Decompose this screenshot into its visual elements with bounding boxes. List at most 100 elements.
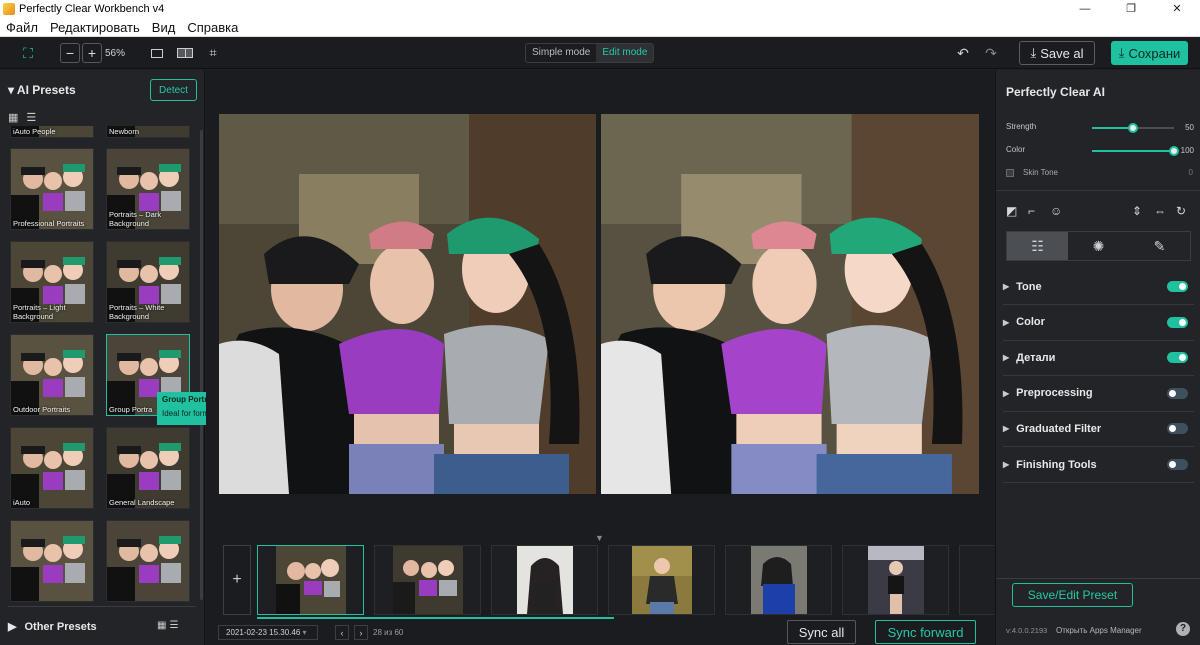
color-label: Color (1006, 145, 1026, 154)
footer-divider (996, 578, 1200, 579)
minimize-button[interactable]: — (1062, 0, 1108, 18)
sync-all-button[interactable]: Sync all (787, 620, 856, 644)
section-toggle[interactable] (1167, 387, 1188, 399)
split-view-icon[interactable] (176, 43, 194, 63)
crop-compare-icon[interactable]: ⌗ (205, 43, 221, 63)
save-edit-preset-button[interactable]: Save/Edit Preset (1012, 583, 1133, 607)
beauty-tab-icon[interactable]: ✺ (1068, 232, 1129, 260)
section-toggle[interactable] (1167, 352, 1188, 364)
section-preprocessing[interactable]: ▶ Preprocessing (1003, 376, 1194, 412)
preset-tile[interactable]: Newborn (106, 126, 190, 138)
image-viewer: ▼ + 2021-02-23 15.30.46 ▾ ‹ › 28 из 60 S… (206, 70, 999, 645)
undo-icon[interactable]: ↶ (955, 43, 971, 63)
adjust-icon[interactable]: ◩ (1006, 204, 1017, 218)
edit-mode-tab[interactable]: Edit mode (596, 44, 654, 62)
section-toggle[interactable] (1167, 423, 1188, 435)
flip-horizontal-icon[interactable]: ⇔ (1154, 204, 1166, 218)
menu-file[interactable]: Файл (6, 20, 38, 35)
sliders-tab-icon[interactable]: ☷ (1007, 232, 1068, 260)
single-view-icon[interactable] (150, 43, 164, 63)
preset-tile[interactable]: Portraits – Dark Background (106, 148, 190, 230)
thumbnail (275, 546, 346, 614)
face-icon[interactable]: ☺ (1050, 204, 1062, 218)
skin-tone-checkbox[interactable] (1006, 169, 1014, 177)
section-label: Color (1016, 316, 1045, 329)
presets-scrollbar[interactable] (200, 130, 203, 600)
thumbnail (867, 546, 924, 614)
sync-forward-button[interactable]: Sync forward (875, 620, 976, 644)
section-graduated-filter[interactable]: ▶ Graduated Filter (1003, 411, 1194, 448)
before-image[interactable] (219, 114, 596, 494)
save-all-label: Save al (1040, 45, 1084, 61)
filmstrip-frame[interactable] (842, 545, 949, 615)
filmstrip-frame[interactable] (374, 545, 481, 615)
grid-view-icon-2[interactable]: ▦ (157, 620, 166, 631)
zoom-out-button[interactable]: − (60, 43, 80, 63)
preset-tile[interactable]: iAuto (10, 427, 94, 509)
other-presets-header[interactable]: ▶ Other Presets (8, 620, 97, 634)
color-value: 100 (1180, 146, 1194, 155)
fit-icon[interactable]: ⛶ (18, 43, 38, 63)
filmstrip-footer: 2021-02-23 15.30.46 ▾ ‹ › 28 из 60 Sync … (206, 620, 994, 645)
ai-presets-header[interactable]: ▾ AI Presets (8, 83, 76, 97)
next-button[interactable]: › (354, 625, 368, 640)
retouch-tab-icon[interactable]: ✎ (1129, 232, 1190, 260)
strength-track[interactable] (1092, 123, 1174, 133)
color-track[interactable] (1092, 146, 1179, 156)
filmstrip-frame[interactable] (608, 545, 715, 615)
zoom-in-button[interactable]: + (82, 43, 102, 63)
add-images-button[interactable]: + (223, 545, 251, 615)
section-toggle[interactable] (1167, 459, 1188, 470)
adjust-tabs: ☷ ✺ ✎ (1006, 231, 1191, 261)
mode-switch: Simple mode Edit mode (525, 43, 655, 63)
section-finishing-tools[interactable]: ▶ Finishing Tools (1003, 447, 1194, 483)
apps-manager-link[interactable]: Открыть Apps Manager (1056, 626, 1142, 635)
section-toggle[interactable] (1167, 281, 1188, 292)
grid-view-icon[interactable]: ▦ (8, 111, 18, 124)
section-toggle[interactable] (1167, 316, 1188, 328)
section-color[interactable]: ▶ Color (1003, 305, 1194, 341)
flip-vertical-icon[interactable]: ⇕ (1132, 204, 1142, 218)
save-all-icon: ⤓ (1030, 45, 1037, 60)
section-детали[interactable]: ▶ Детали (1003, 340, 1194, 377)
save-all-button[interactable]: ⤓ Save al (1019, 41, 1095, 65)
detect-button[interactable]: Detect (150, 79, 197, 101)
date-selector[interactable]: 2021-02-23 15.30.46 ▾ (218, 625, 318, 640)
list-view-icon-2[interactable]: ☰ (169, 620, 178, 631)
preset-tile[interactable] (106, 520, 190, 602)
color-slider[interactable]: Color 100 (1006, 145, 1194, 157)
preset-tile[interactable] (10, 520, 94, 602)
filmstrip-frame[interactable] (491, 545, 598, 615)
simple-mode-tab[interactable]: Simple mode (526, 44, 596, 62)
section-tone[interactable]: ▶ Tone (1003, 269, 1194, 305)
maximize-button[interactable]: ❐ (1108, 0, 1154, 18)
preset-tile[interactable]: Portraits – Light Background (10, 241, 94, 323)
filmstrip-frame[interactable] (959, 545, 999, 615)
preset-tile[interactable]: Portraits – White Background (106, 241, 190, 323)
strength-knob[interactable] (1128, 123, 1138, 133)
preset-tile[interactable]: iAuto People (10, 126, 94, 138)
preset-tile[interactable]: Professional Portraits (10, 148, 94, 230)
menu-help[interactable]: Справка (187, 20, 238, 35)
after-image[interactable] (601, 114, 979, 494)
strength-slider[interactable]: Strength 50 (1006, 122, 1194, 134)
preset-tile[interactable]: General Landscape (106, 427, 190, 509)
zoom-level: 56% (105, 47, 126, 59)
save-button[interactable]: ⤓ Сохрани (1111, 41, 1188, 65)
redo-icon[interactable]: ↷ (983, 43, 999, 63)
close-button[interactable]: ✕ (1154, 0, 1200, 18)
crop-icon[interactable]: ⌐ (1028, 204, 1035, 218)
list-view-icon[interactable]: ☰ (26, 111, 36, 124)
preset-tile[interactable]: Outdoor Portraits (10, 334, 94, 416)
color-knob[interactable] (1169, 146, 1179, 156)
expand-arrow-icon: ▶ (1003, 317, 1010, 327)
filmstrip-frame[interactable] (725, 545, 832, 615)
menu-edit[interactable]: Редактировать (50, 20, 140, 35)
rotate-icon[interactable]: ↻ (1176, 204, 1186, 218)
menu-view[interactable]: Вид (152, 20, 176, 35)
help-icon[interactable]: ? (1176, 622, 1190, 636)
prev-button[interactable]: ‹ (335, 625, 349, 640)
filmstrip-frame[interactable] (257, 545, 364, 615)
expand-arrow-icon: ▶ (1003, 353, 1010, 363)
section-label: Preprocessing (1016, 387, 1093, 400)
